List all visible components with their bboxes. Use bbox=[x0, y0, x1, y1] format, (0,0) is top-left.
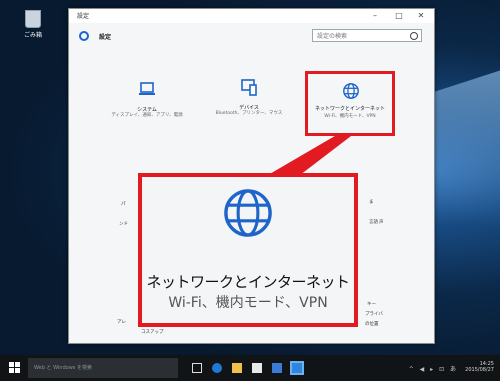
clock[interactable]: 14:25 2015/08/27 bbox=[465, 361, 494, 373]
file-explorer-icon[interactable] bbox=[232, 363, 242, 373]
callout-desc: Wi-Fi、機内モード、VPN bbox=[168, 295, 328, 311]
taskbar: Web と Windows を検索 ^ ◀ ▸ ⊡ あ 14:25 2015/0… bbox=[0, 355, 500, 381]
settings-app-icon[interactable] bbox=[290, 361, 304, 375]
windows-logo-part bbox=[15, 368, 20, 373]
system-tray-icons[interactable]: ^ ◀ ▸ ⊡ あ bbox=[409, 364, 458, 373]
network-zoom-callout: ネットワークとインターネット Wi-Fi、機内モード、VPN bbox=[138, 173, 358, 327]
taskbar-search-box[interactable]: Web と Windows を検索 bbox=[28, 358, 178, 378]
clock-date: 2015/08/27 bbox=[465, 367, 494, 373]
windows-logo-part bbox=[15, 362, 20, 367]
task-view-icon[interactable] bbox=[192, 363, 202, 373]
windows-logo-part bbox=[9, 368, 14, 373]
windows-logo-icon bbox=[9, 362, 14, 367]
callout-title: ネットワークとインターネット bbox=[146, 273, 350, 291]
globe-icon-large bbox=[224, 189, 272, 237]
taskbar-search-text: Web と Windows を検索 bbox=[34, 365, 92, 371]
edge-browser-icon[interactable] bbox=[212, 363, 222, 373]
start-button[interactable] bbox=[9, 362, 21, 374]
store-icon[interactable] bbox=[252, 363, 262, 373]
mail-icon[interactable] bbox=[272, 363, 282, 373]
